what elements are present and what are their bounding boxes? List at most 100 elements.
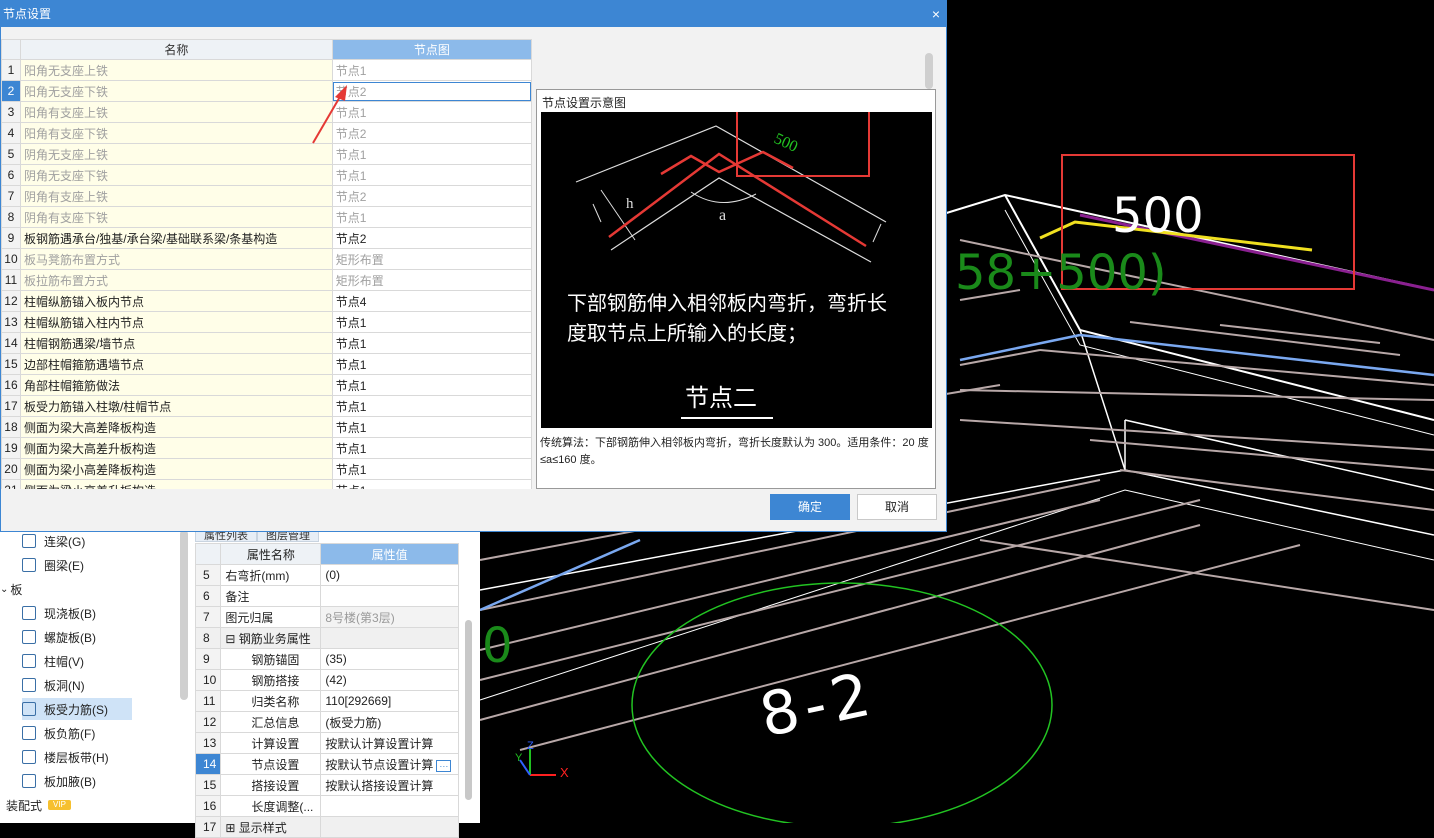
tree-item-ring-beam[interactable]: 圈梁(E) (22, 554, 182, 576)
table-row[interactable]: 15 边部柱帽箍筋遇墙节点 节点1 (1, 353, 532, 375)
property-row[interactable]: 11 归类名称 110[292669] (194, 690, 459, 712)
row-node-value[interactable]: 节点1 (331, 311, 532, 333)
table-row[interactable]: 18 侧面为梁大高差降板构造 节点1 (1, 416, 532, 438)
tree-group-slab[interactable]: ⌄ 板 (0, 578, 22, 600)
ellipsis-button[interactable]: ··· (436, 759, 452, 772)
table-row[interactable]: 16 角部柱帽箍筋做法 节点1 (1, 374, 532, 396)
property-row[interactable]: 6 备注 (194, 585, 459, 607)
grid-scrollbar[interactable] (925, 53, 933, 89)
table-row[interactable]: 21侧面为梁小高差升板构造节点1 (1, 479, 532, 489)
rebar-line (959, 419, 1434, 451)
table-row[interactable]: 9 板钢筋遇承台/独基/承台梁/基础联系梁/条基构造 节点2 (1, 227, 532, 249)
property-row[interactable]: 5 右弯折(mm) (0) (194, 564, 459, 586)
axis-y-label: Y (515, 752, 523, 764)
property-row[interactable]: 14 节点设置 按默认节点设置计算 ··· (194, 753, 459, 775)
close-icon[interactable]: × (932, 1, 940, 27)
property-row[interactable]: 12 汇总信息 (板受力筋) (194, 711, 459, 733)
table-row[interactable]: 19 侧面为梁大高差升板构造 节点1 (1, 437, 532, 459)
property-row[interactable]: 9 钢筋锚固 (35) (194, 648, 459, 670)
table-row[interactable]: 3 阳角有支座上铁 节点1 (1, 101, 532, 123)
row-node-value[interactable]: 节点2 (331, 122, 532, 144)
tree-item-floor-strip[interactable]: 楼层板带(H) (22, 746, 182, 768)
row-node-value[interactable]: 节点2 (331, 80, 532, 102)
property-value[interactable]: 按默认计算设置计算 (320, 732, 459, 754)
row-node-value[interactable]: 矩形布置 (331, 248, 532, 270)
tree-item-cast-slab[interactable]: 现浇板(B) (22, 602, 182, 624)
row-node-value[interactable]: 节点2 (331, 185, 532, 207)
property-value[interactable] (320, 627, 459, 649)
ok-button[interactable]: 确定 (770, 494, 850, 520)
table-row[interactable]: 20 侧面为梁小高差降板构造 节点1 (1, 458, 532, 480)
table-row[interactable]: 2 阳角无支座下铁 节点2 (1, 80, 532, 102)
property-table: 属性名称 属性值 5 右弯折(mm) (0) 6 备注 7 图元归属 8号楼(第3层) 8 ⊟ 钢… (194, 543, 459, 838)
tree-scrollbar[interactable] (180, 530, 188, 700)
property-value[interactable]: 110[292669] (320, 690, 459, 712)
row-node-value[interactable]: 节点1 (331, 164, 532, 186)
row-node-value[interactable]: 节点1 (331, 353, 532, 375)
cancel-button[interactable]: 取消 (857, 494, 937, 520)
table-row[interactable]: 17 板受力筋锚入柱墩/柱帽节点 节点1 (1, 395, 532, 417)
property-scrollbar[interactable] (465, 620, 472, 800)
tree-item-slab-haunch[interactable]: 板加腋(B) (22, 770, 182, 792)
property-value[interactable]: 8号楼(第3层) (320, 606, 459, 628)
property-group-row[interactable]: 8 ⊟ 钢筋业务属性 (194, 627, 459, 649)
table-row[interactable]: 10 板马凳筋布置方式 矩形布置 (1, 248, 532, 270)
row-node-value[interactable]: 节点1 (331, 479, 532, 489)
row-node-value[interactable]: 节点1 (331, 458, 532, 480)
table-row[interactable]: 13 柱帽纵筋锚入柱内节点 节点1 (1, 311, 532, 333)
property-value[interactable] (320, 816, 459, 838)
row-number: 7 (1, 185, 21, 207)
row-node-value[interactable]: 节点1 (331, 101, 532, 123)
section-mark (872, 223, 882, 243)
property-value[interactable]: 按默认搭接设置计算 (320, 774, 459, 796)
row-node-value[interactable]: 节点4 (331, 290, 532, 312)
property-value[interactable]: (板受力筋) (320, 711, 459, 733)
row-node-value[interactable]: 节点1 (331, 332, 532, 354)
property-value[interactable]: (42) (320, 669, 459, 691)
table-row[interactable]: 12 柱帽纵筋锚入板内节点 节点4 (1, 290, 532, 312)
table-row[interactable]: 14 柱帽钢筋遇梁/墙节点 节点1 (1, 332, 532, 354)
table-row[interactable]: 7 阴角有支座上铁 节点2 (1, 185, 532, 207)
property-row[interactable]: 7 图元归属 8号楼(第3层) (194, 606, 459, 628)
table-row[interactable]: 6 阴角无支座下铁 节点1 (1, 164, 532, 186)
table-row[interactable]: 5 阴角无支座上铁 节点1 (1, 143, 532, 165)
property-row[interactable]: 10 钢筋搭接 (42) (194, 669, 459, 691)
row-node-value[interactable]: 节点1 (331, 206, 532, 228)
rebar-line (1129, 321, 1401, 356)
property-name: 钢筋搭接 (220, 669, 322, 691)
row-node-value[interactable]: 节点1 (331, 143, 532, 165)
property-value[interactable]: 按默认节点设置计算 ··· (320, 753, 459, 775)
property-row[interactable]: 13 计算设置 按默认计算设置计算 (194, 732, 459, 754)
property-value[interactable] (320, 585, 459, 607)
slab-rebar-icon (22, 702, 36, 716)
property-value[interactable]: (0) (320, 564, 459, 586)
tree-item-label: 连梁(G) (44, 534, 86, 549)
dialog-title-bar[interactable]: 节点设置 × (1, 1, 946, 27)
row-node-value[interactable]: 节点1 (331, 374, 532, 396)
tree-item-spiral-slab[interactable]: 螺旋板(B) (22, 626, 182, 648)
tree-item-coupling-beam[interactable]: 连梁(G) (22, 530, 182, 552)
tree-item-column-cap[interactable]: 柱帽(V) (22, 650, 182, 672)
row-number: 11 (1, 269, 21, 291)
row-node-value[interactable]: 节点1 (331, 416, 532, 438)
row-node-value[interactable]: 节点1 (331, 395, 532, 417)
tree-group-prefab[interactable]: 装配式 VIP (6, 794, 71, 816)
property-value-text: (板受力筋) (325, 715, 382, 730)
table-row[interactable]: 4 阳角有支座下铁 节点2 (1, 122, 532, 144)
tree-item-slab-rebar[interactable]: 板受力筋(S) (22, 698, 132, 720)
property-group-row[interactable]: 17 ⊞ 显示样式 (194, 816, 459, 838)
row-node-value[interactable]: 节点2 (331, 227, 532, 249)
row-node-value[interactable]: 矩形布置 (331, 269, 532, 291)
row-node-value[interactable]: 节点1 (331, 59, 532, 81)
table-row[interactable]: 1 阳角无支座上铁 节点1 (1, 59, 532, 81)
property-row[interactable]: 15 搭接设置 按默认搭接设置计算 (194, 774, 459, 796)
property-value[interactable] (320, 795, 459, 817)
property-row[interactable]: 16 长度调整(... (194, 795, 459, 817)
table-row[interactable]: 8 阴角有支座下铁 节点1 (1, 206, 532, 228)
table-row[interactable]: 11 板拉筋布置方式 矩形布置 (1, 269, 532, 291)
tree-item-slab-hole[interactable]: 板洞(N) (22, 674, 182, 696)
tree-item-label: 螺旋板(B) (44, 630, 96, 645)
property-value[interactable]: (35) (320, 648, 459, 670)
tree-item-negative-rebar[interactable]: 板负筋(F) (22, 722, 182, 744)
row-node-value[interactable]: 节点1 (331, 437, 532, 459)
